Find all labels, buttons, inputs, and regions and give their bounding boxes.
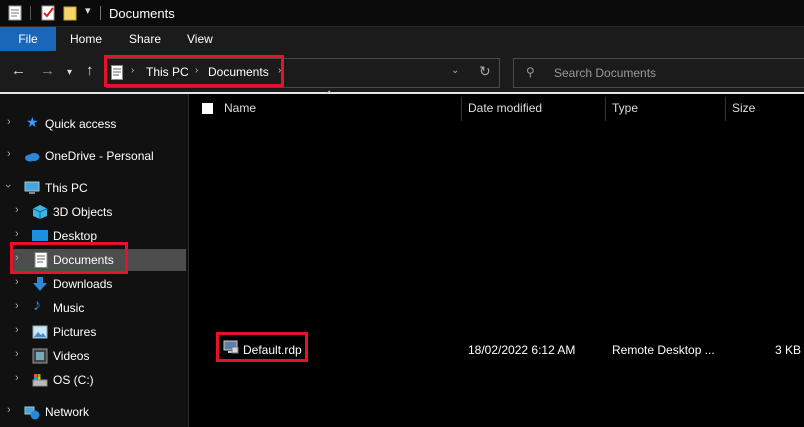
nav-item-music[interactable]: › ♪ Music (0, 297, 186, 319)
redacted-area (213, 126, 666, 332)
chevron-down-icon[interactable]: › (2, 184, 14, 188)
drive-icon (32, 374, 48, 387)
up-button[interactable]: ↑ (86, 62, 94, 80)
title-bar: ▾ Documents (0, 0, 804, 27)
nav-item-3d-objects[interactable]: › 3D Objects (0, 201, 186, 223)
navigation-pane: › ★ Quick access › OneDrive - Personal ›… (0, 94, 188, 427)
properties-icon[interactable] (8, 5, 22, 21)
nav-label: This PC (45, 181, 88, 195)
search-input[interactable]: Search Documents (554, 66, 656, 80)
file-date: 18/02/2022 6:12 AM (468, 343, 576, 357)
chevron-right-icon[interactable]: › (7, 404, 11, 416)
column-header-type[interactable]: Type (612, 101, 638, 115)
address-row: ← → ▾ ↑ › This PC › Documents › ⌄ ↻ ⚲ Se… (0, 51, 804, 93)
file-size: 3 KB (775, 343, 802, 357)
tab-home[interactable]: Home (70, 27, 102, 51)
customize-toolbar-icon[interactable]: ▾ (85, 4, 91, 17)
new-folder-icon[interactable] (63, 5, 79, 21)
nav-item-this-pc[interactable]: › This PC (0, 177, 186, 199)
search-icon: ⚲ (526, 65, 535, 79)
cloud-icon (25, 153, 40, 162)
tab-view[interactable]: View (187, 27, 213, 51)
ribbon-tabs: File Home Share View (0, 27, 804, 51)
nav-label: Quick access (45, 117, 117, 131)
address-dropdown-icon[interactable]: ⌄ (451, 65, 459, 76)
chevron-right-icon[interactable]: › (15, 348, 19, 360)
file-list: ⌃ Name Date modified Type Size Default.r… (189, 90, 804, 427)
chevron-right-icon[interactable]: › (15, 300, 19, 312)
file-highlight-box (216, 332, 308, 362)
nav-label: Pictures (53, 325, 97, 339)
back-button[interactable]: ← (11, 62, 26, 80)
chevron-right-icon[interactable]: › (15, 372, 19, 384)
window-title: Documents (109, 6, 175, 21)
nav-item-quick-access[interactable]: › ★ Quick access (0, 113, 186, 135)
nav-label: Network (45, 405, 90, 419)
nav-label: Music (53, 301, 85, 315)
checklist-icon[interactable] (40, 5, 56, 21)
pictures-icon (32, 325, 48, 339)
nav-item-network[interactable]: › Network (0, 401, 186, 423)
nav-item-videos[interactable]: › Videos (0, 345, 186, 367)
search-box[interactable]: ⚲ Search Documents (513, 58, 804, 88)
nav-item-downloads[interactable]: › Downloads (0, 273, 186, 295)
forward-button[interactable]: → (40, 62, 55, 80)
refresh-icon[interactable]: ↻ (479, 63, 491, 80)
column-header-date[interactable]: Date modified (468, 101, 542, 115)
computer-icon (24, 181, 40, 194)
select-all-checkbox[interactable] (202, 103, 213, 114)
file-type: Remote Desktop ... (612, 343, 715, 357)
network-icon (24, 406, 40, 420)
chevron-right-icon[interactable]: › (15, 204, 19, 216)
chevron-right-icon[interactable]: › (7, 148, 11, 160)
column-header-size[interactable]: Size (732, 101, 755, 115)
chevron-right-icon[interactable]: › (7, 116, 11, 128)
sort-arrow-icon: ⌃ (325, 90, 334, 101)
download-icon (33, 277, 47, 291)
music-note-icon: ♪ (33, 297, 41, 314)
recent-locations-icon[interactable]: ▾ (67, 64, 72, 82)
film-icon (32, 348, 48, 364)
documents-highlight-box (10, 242, 128, 274)
nav-label: Videos (53, 349, 90, 363)
star-icon: ★ (26, 114, 39, 130)
nav-label: Desktop (53, 229, 98, 243)
tab-share[interactable]: Share (129, 27, 161, 51)
nav-label: OneDrive - Personal (45, 149, 154, 163)
nav-label: OS (C:) (53, 373, 94, 387)
nav-item-onedrive[interactable]: › OneDrive - Personal (0, 145, 186, 167)
nav-item-pictures[interactable]: › Pictures (0, 321, 186, 343)
cube-icon (32, 205, 48, 219)
column-header-name[interactable]: Name (224, 101, 256, 115)
nav-label: Downloads (53, 277, 113, 291)
nav-label: 3D Objects (53, 205, 113, 219)
chevron-right-icon[interactable]: › (15, 228, 19, 240)
nav-item-os-c[interactable]: › OS (C:) (0, 369, 186, 391)
chevron-right-icon[interactable]: › (15, 324, 19, 336)
address-highlight-box (104, 55, 284, 87)
tab-file[interactable]: File (0, 27, 56, 51)
chevron-right-icon[interactable]: › (15, 276, 19, 288)
